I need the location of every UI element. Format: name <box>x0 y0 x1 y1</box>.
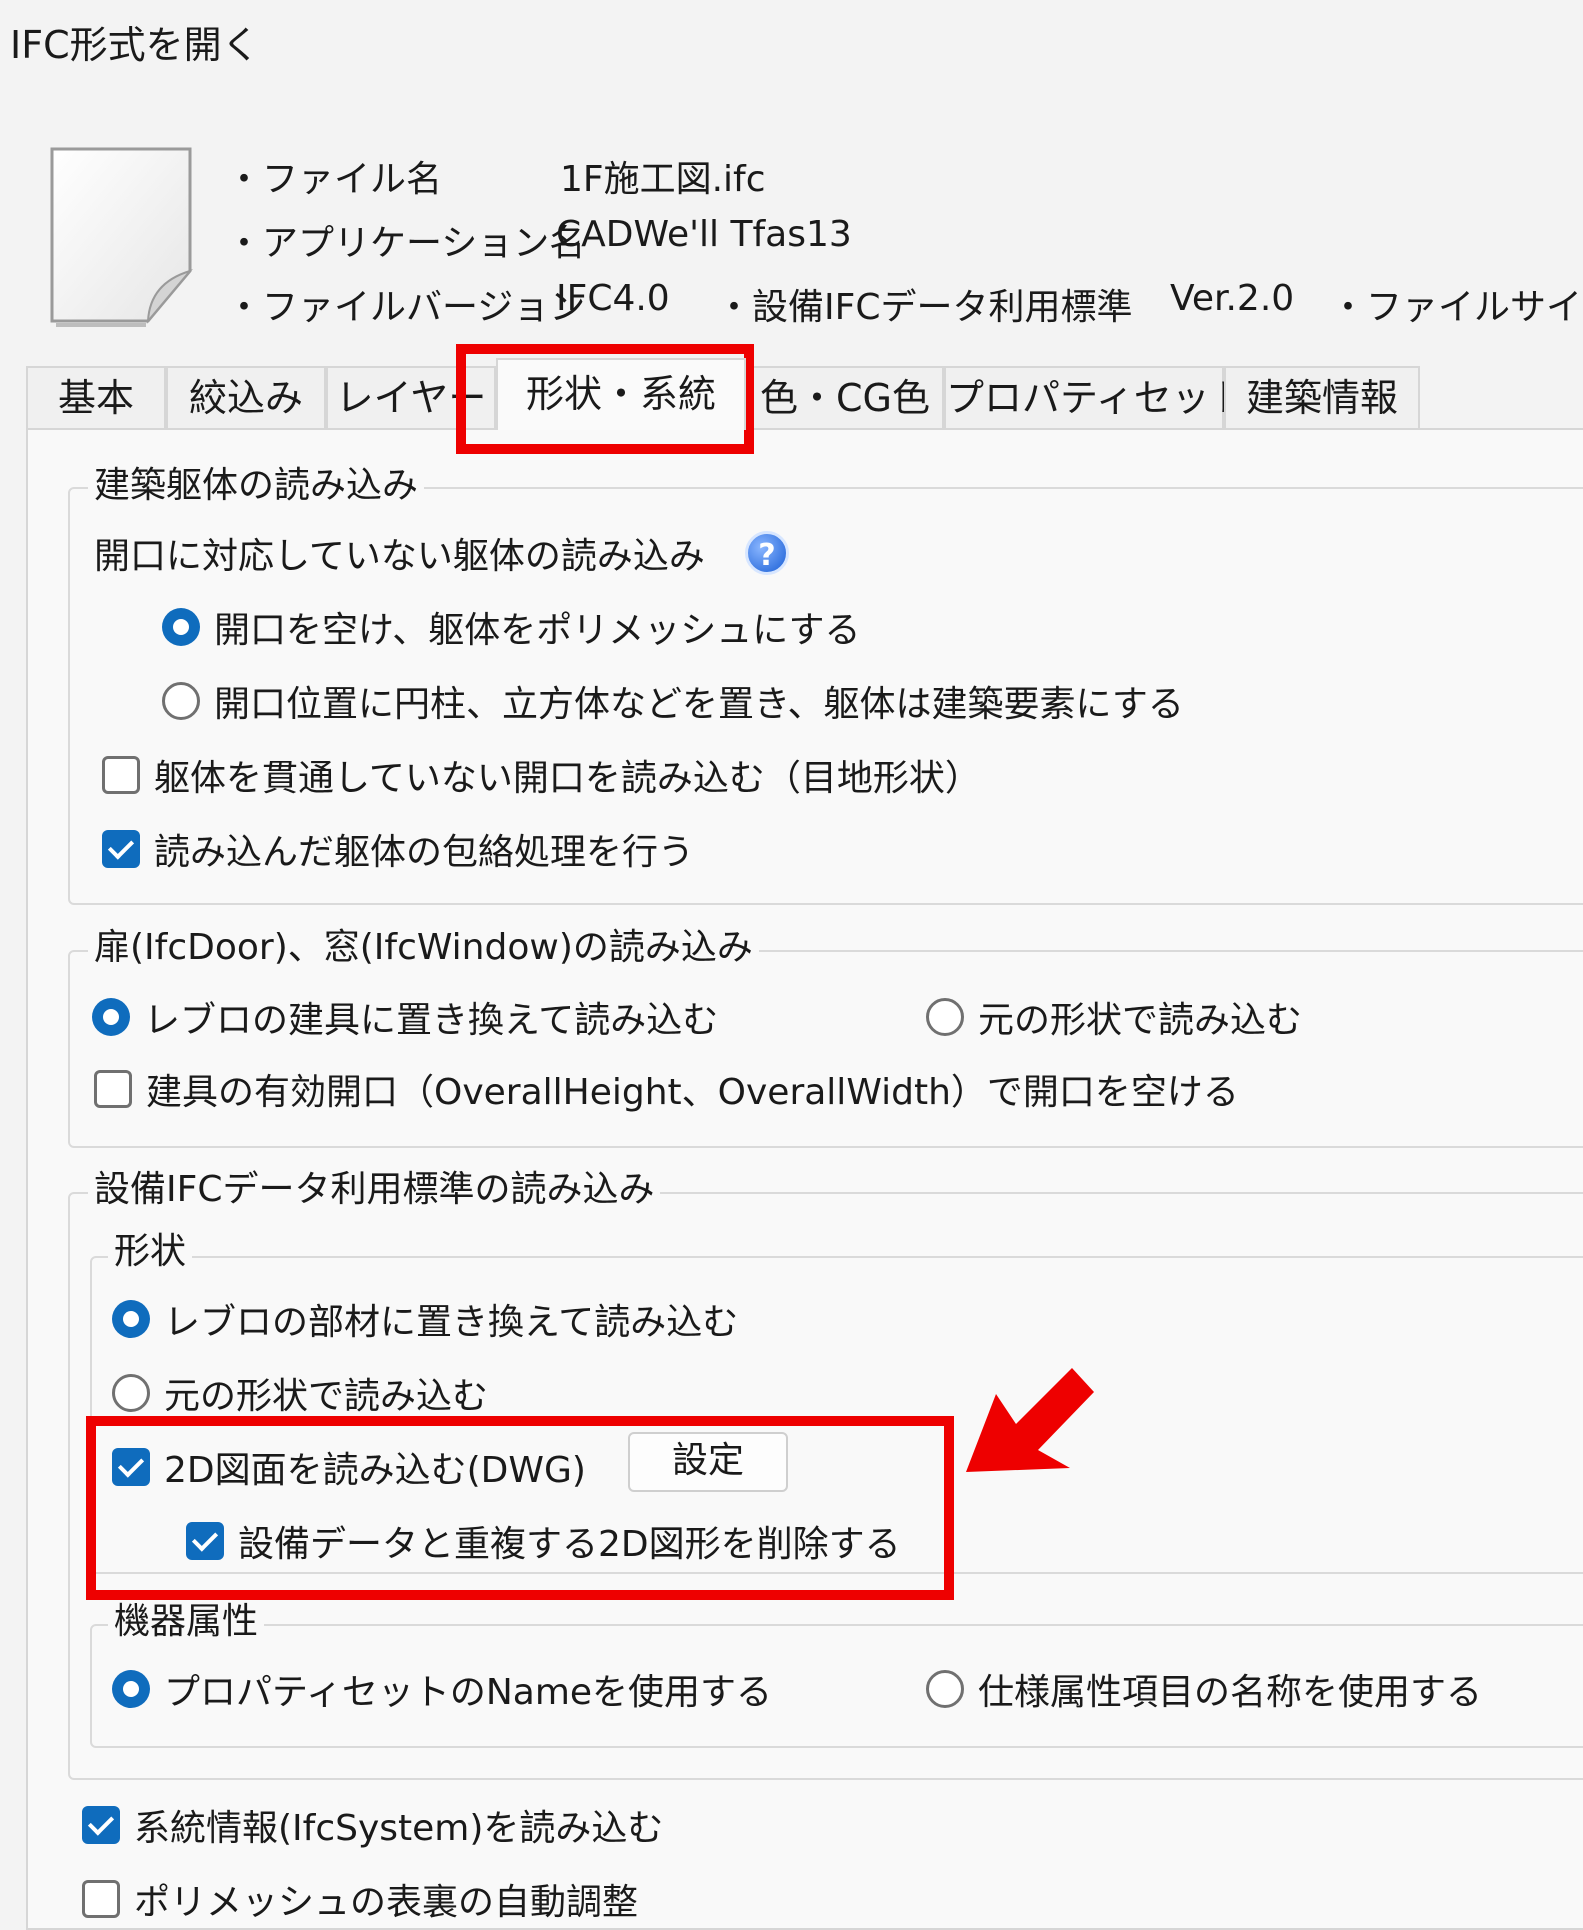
non-penetrating-checkbox[interactable]: 躯体を貫通していない開口を読み込む（目地形状） <box>102 752 981 799</box>
checkbox-unchecked-icon[interactable] <box>94 1070 132 1108</box>
door-option-replace[interactable]: レブロの建具に置き換えて読み込む <box>92 994 719 1041</box>
tab-shape-system[interactable]: 形状・系統 <box>496 358 746 430</box>
attribute-option-spec[interactable]: 仕様属性項目の名称を使用する <box>926 1666 1483 1713</box>
shape-option-original-label: 元の形状で読み込む <box>164 1376 489 1417</box>
file-size-label: ・ファイルサイズ <box>1330 287 1583 328</box>
attribute-title: 機器属性 <box>108 1600 265 1644</box>
checkbox-checked-icon[interactable] <box>82 1806 120 1844</box>
radio-selected-icon[interactable] <box>112 1670 150 1708</box>
radio-unselected-icon[interactable] <box>162 682 200 720</box>
tab-building-info[interactable]: 建築情報 <box>1224 366 1420 428</box>
shape-title: 形状 <box>108 1230 193 1274</box>
attribute-option-spec-label: 仕様属性項目の名称を使用する <box>978 1672 1483 1713</box>
door-option-original-label: 元の形状で読み込む <box>978 1000 1303 1041</box>
attribute-option-name[interactable]: プロパティセットのNameを使用する <box>112 1666 773 1713</box>
envelope-label: 読み込んだ躯体の包絡処理を行う <box>154 832 695 873</box>
standard-label: ・設備IFCデータ利用標準 <box>716 287 1133 328</box>
polymesh-adjust-label: ポリメッシュの表裏の自動調整 <box>134 1882 639 1923</box>
radio-selected-icon[interactable] <box>112 1300 150 1338</box>
application-value: CADWe'll Tfas13 <box>556 214 852 255</box>
red-arrow-icon <box>966 1368 1094 1472</box>
checkbox-unchecked-icon[interactable] <box>82 1880 120 1918</box>
frame-option-polymesh[interactable]: 開口を空け、躯体をポリメッシュにする <box>162 604 861 651</box>
effective-opening-label: 建具の有効開口（OverallHeight、OverallWidth）で開口を空… <box>146 1072 1239 1113</box>
question-icon[interactable]: ? <box>744 531 789 575</box>
door-window-title: 扉(IfcDoor)、窓(IfcWindow)の読み込み <box>88 926 759 970</box>
tab-filter[interactable]: 絞込み <box>166 366 326 428</box>
shape-option-original[interactable]: 元の形状で読み込む <box>112 1370 489 1417</box>
door-option-original[interactable]: 元の形状で読み込む <box>926 994 1303 1041</box>
envelope-checkbox[interactable]: 読み込んだ躯体の包絡処理を行う <box>102 826 695 873</box>
system-info-label: 系統情報(IfcSystem)を読み込む <box>134 1808 664 1849</box>
tab-color[interactable]: 色・CG色 <box>746 366 944 428</box>
tab-strip: 基本 絞込み レイヤー 形状・系統 色・CG色 プロパティセット 建築情報 <box>26 358 1583 430</box>
door-window-group <box>68 950 1583 1148</box>
unsupported-frame-row: 開口に対応していない躯体の読み込み ? <box>94 530 789 577</box>
polymesh-adjust-checkbox[interactable]: ポリメッシュの表裏の自動調整 <box>82 1876 639 1923</box>
radio-unselected-icon[interactable] <box>112 1374 150 1412</box>
equipment-title: 設備IFCデータ利用標準の読み込み <box>88 1168 661 1212</box>
checkbox-checked-icon[interactable] <box>112 1448 150 1486</box>
radio-selected-icon[interactable] <box>162 608 200 646</box>
window-title: IFC形式を開く <box>10 23 260 67</box>
radio-selected-icon[interactable] <box>92 998 130 1036</box>
shape-option-replace[interactable]: レブロの部材に置き換えて読み込む <box>112 1296 739 1343</box>
file-version-value: IFC4.0 <box>556 278 670 319</box>
application-label: ・アプリケーション名 <box>226 223 586 264</box>
delete-duplicate-checkbox[interactable]: 設備データと重複する2D図形を削除する <box>186 1518 901 1565</box>
non-penetrating-label: 躯体を貫通していない開口を読み込む（目地形状） <box>154 758 981 799</box>
checkbox-unchecked-icon[interactable] <box>102 756 140 794</box>
frame-option-element-label: 開口位置に円柱、立方体などを置き、躯体は建築要素にする <box>214 684 1184 725</box>
radio-unselected-icon[interactable] <box>926 998 964 1036</box>
load-2d-label: 2D図面を読み込む(DWG) <box>164 1450 586 1491</box>
delete-duplicate-label: 設備データと重複する2D図形を削除する <box>238 1524 901 1565</box>
checkbox-checked-icon[interactable] <box>102 830 140 868</box>
file-version-label: ・ファイルバージョン <box>226 287 586 328</box>
effective-opening-checkbox[interactable]: 建具の有効開口（OverallHeight、OverallWidth）で開口を空… <box>94 1066 1239 1113</box>
file-icon <box>50 147 193 327</box>
load-2d-checkbox[interactable]: 2D図面を読み込む(DWG) <box>112 1444 586 1491</box>
file-name-value: 1F施工図.ifc <box>560 159 766 200</box>
standard-value: Ver.2.0 <box>1170 278 1295 319</box>
radio-unselected-icon[interactable] <box>926 1670 964 1708</box>
file-name-label: ・ファイル名 <box>226 159 443 200</box>
unsupported-frame-label: 開口に対応していない躯体の読み込み <box>94 536 705 577</box>
frame-option-element[interactable]: 開口位置に円柱、立方体などを置き、躯体は建築要素にする <box>162 678 1184 725</box>
attribute-option-name-label: プロパティセットのNameを使用する <box>164 1672 773 1713</box>
building-frame-title: 建築躯体の読み込み <box>88 464 425 508</box>
title-bar: IFC形式を開く <box>0 0 1583 90</box>
checkbox-checked-icon[interactable] <box>186 1522 224 1560</box>
tab-layer[interactable]: レイヤー <box>326 366 496 428</box>
shape-option-replace-label: レブロの部材に置き換えて読み込む <box>164 1302 739 1343</box>
tab-basic[interactable]: 基本 <box>26 366 166 428</box>
system-info-checkbox[interactable]: 系統情報(IfcSystem)を読み込む <box>82 1802 664 1849</box>
settings-button[interactable]: 設定 <box>628 1432 788 1492</box>
frame-option-polymesh-label: 開口を空け、躯体をポリメッシュにする <box>214 610 861 651</box>
door-option-replace-label: レブロの建具に置き換えて読み込む <box>144 1000 719 1041</box>
tab-property-set[interactable]: プロパティセット <box>944 366 1248 428</box>
